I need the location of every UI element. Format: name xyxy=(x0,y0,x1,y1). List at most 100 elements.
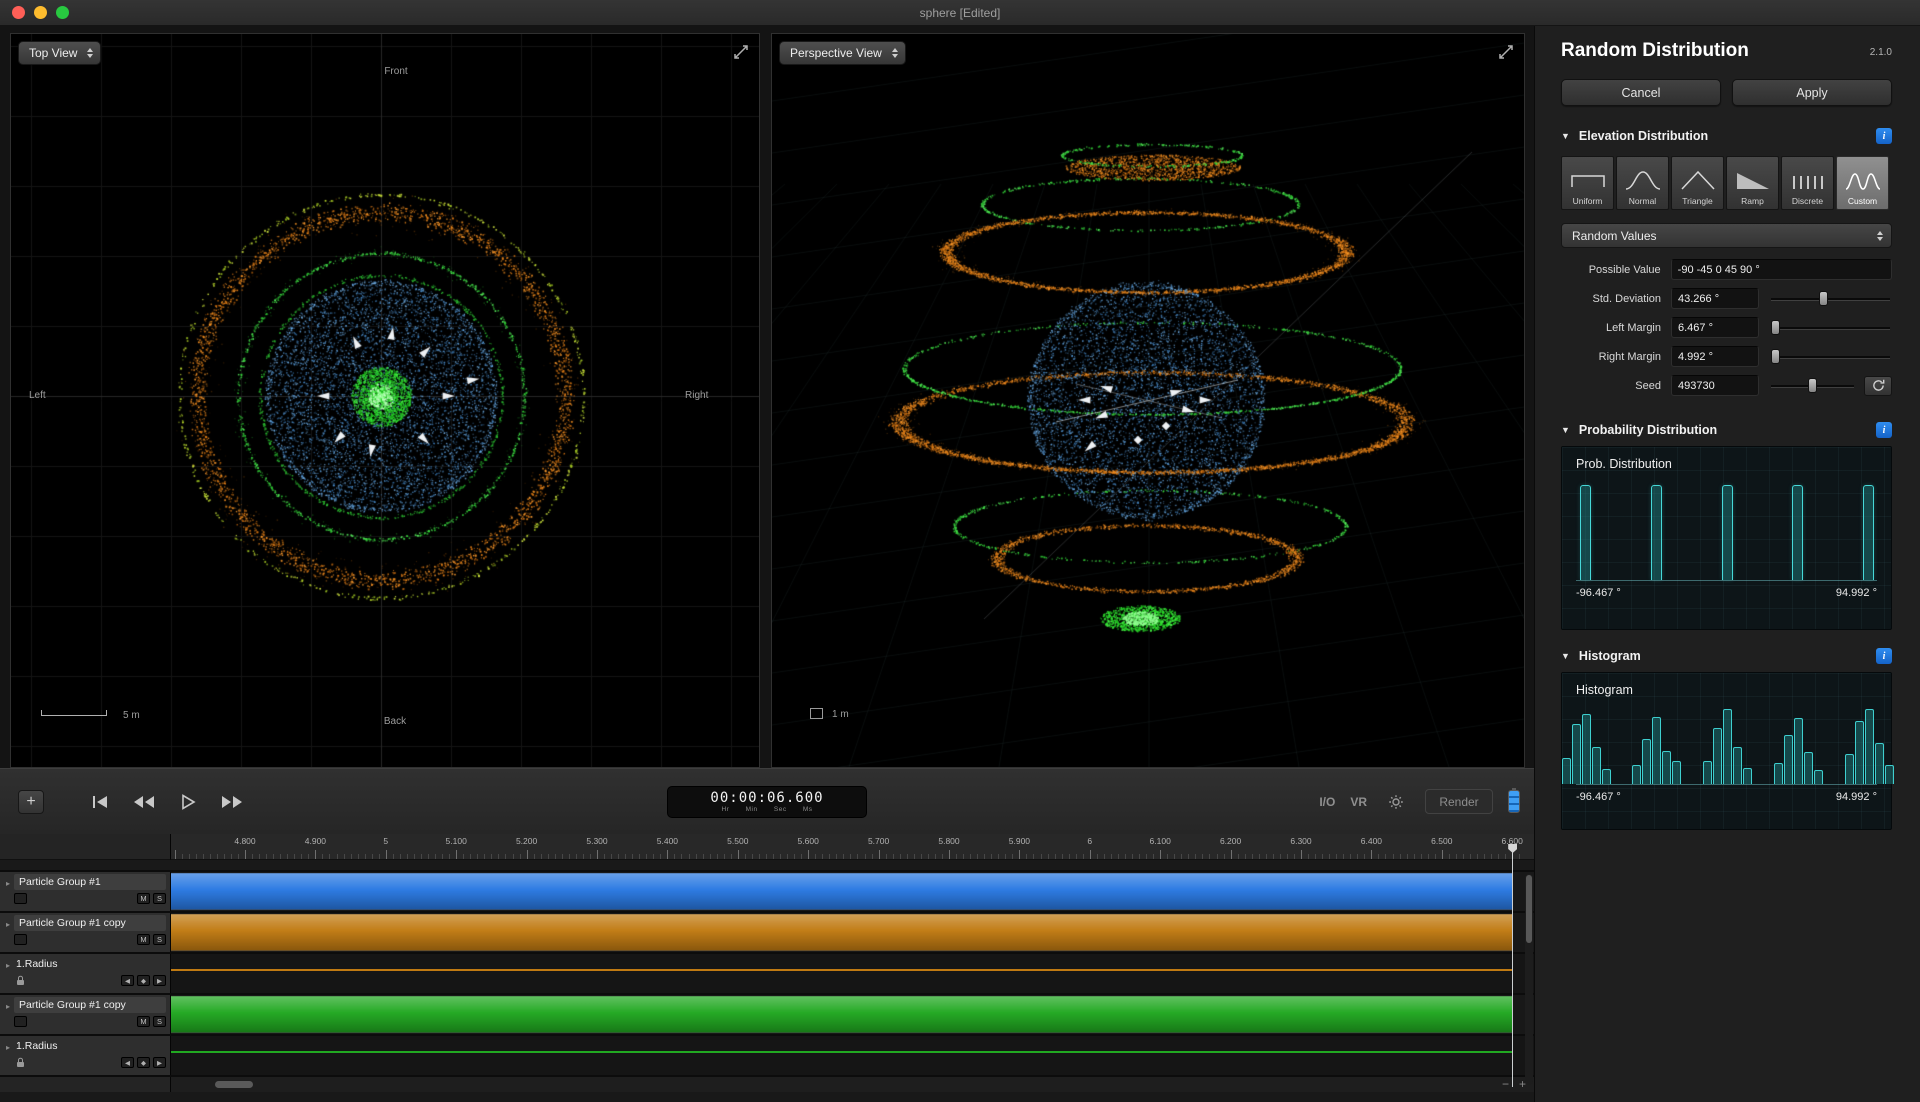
automation-track-header[interactable]: ▸ 1.Radius ◀ ◆ ▶ xyxy=(0,1036,171,1075)
type-triangle-button[interactable]: Triangle xyxy=(1671,156,1724,210)
top-view-canvas[interactable] xyxy=(11,34,759,767)
discrete-bars-icon xyxy=(1792,176,1823,189)
automation-curve[interactable] xyxy=(171,1050,1513,1053)
automation-lane[interactable] xyxy=(171,1036,1534,1075)
horizontal-scrollbar-track[interactable]: − + xyxy=(171,1077,1534,1092)
disclosure-icon[interactable]: ▸ xyxy=(2,956,14,991)
disclosure-icon[interactable]: ▸ xyxy=(2,874,14,909)
timecode-display[interactable]: 00:00:06.600 Hr Min Sec Ms xyxy=(667,785,867,818)
section-histogram[interactable]: ▼ Histogram i xyxy=(1561,648,1892,664)
vr-button[interactable]: VR xyxy=(1350,795,1367,809)
top-view-selector[interactable]: Top View xyxy=(18,41,102,65)
disclosure-triangle-icon[interactable]: ▼ xyxy=(1561,425,1570,435)
timeline-ruler[interactable]: 4.800 4.900 5 5.100 5.200 5.300 5.400 5.500 5.60… xyxy=(171,834,1534,860)
automation-toggle[interactable] xyxy=(14,934,27,945)
track-lane[interactable] xyxy=(171,995,1534,1034)
gear-icon[interactable] xyxy=(1382,790,1410,814)
disclosure-triangle-icon[interactable]: ▼ xyxy=(1561,131,1570,141)
perspective-view-selector[interactable]: Perspective View xyxy=(779,41,906,65)
automation-curve[interactable] xyxy=(171,968,1513,971)
lock-icon[interactable] xyxy=(14,975,26,987)
left-margin-input[interactable]: 6.467 ° xyxy=(1671,317,1759,338)
std-deviation-input[interactable]: 43.266 ° xyxy=(1671,288,1759,309)
ruler-tick xyxy=(406,854,408,859)
clip[interactable] xyxy=(171,996,1513,1033)
disclosure-icon[interactable]: ▸ xyxy=(2,915,14,950)
rewind-button[interactable] xyxy=(130,790,158,814)
perspective-view-canvas[interactable] xyxy=(772,34,1524,767)
slider-thumb[interactable] xyxy=(1807,377,1817,393)
mute-button[interactable]: M xyxy=(137,1016,150,1027)
type-discrete-button[interactable]: Discrete xyxy=(1781,156,1834,210)
expand-viewport-icon[interactable] xyxy=(730,41,752,63)
left-margin-slider[interactable] xyxy=(1769,318,1892,338)
disclosure-icon[interactable]: ▸ xyxy=(2,997,14,1032)
vertical-scrollbar[interactable] xyxy=(1525,874,1533,1085)
slider-thumb[interactable] xyxy=(1771,319,1781,335)
solo-button[interactable]: S xyxy=(153,1016,166,1027)
section-elevation-distribution[interactable]: ▼ Elevation Distribution i xyxy=(1561,128,1892,144)
slider-thumb[interactable] xyxy=(1819,290,1829,306)
mute-button[interactable]: M xyxy=(137,934,150,945)
vertical-scrollbar-thumb[interactable] xyxy=(1526,875,1532,943)
play-button[interactable] xyxy=(174,790,202,814)
horizontal-scrollbar[interactable] xyxy=(215,1081,253,1088)
mute-button[interactable]: M xyxy=(137,893,150,904)
minimize-window-button[interactable] xyxy=(34,6,47,19)
std-deviation-slider[interactable] xyxy=(1769,289,1892,309)
next-keyframe-button[interactable]: ▶ xyxy=(153,975,166,986)
disclosure-icon[interactable]: ▸ xyxy=(2,1038,14,1073)
close-window-button[interactable] xyxy=(12,6,25,19)
next-keyframe-button[interactable]: ▶ xyxy=(153,1057,166,1068)
track-header[interactable]: ▸ Particle Group #1 copy M S xyxy=(0,995,171,1034)
expand-viewport-icon[interactable] xyxy=(1495,41,1517,63)
zoom-window-button[interactable] xyxy=(56,6,69,19)
slider-thumb[interactable] xyxy=(1771,348,1781,364)
right-margin-slider[interactable] xyxy=(1769,347,1892,367)
info-icon[interactable]: i xyxy=(1876,422,1892,438)
playhead[interactable] xyxy=(1512,846,1514,1087)
track-header[interactable]: ▸ Particle Group #1 copy M S xyxy=(0,913,171,952)
perspective-viewport[interactable]: Perspective View 1 m xyxy=(771,33,1525,768)
info-icon[interactable]: i xyxy=(1876,128,1892,144)
track-lane[interactable] xyxy=(171,872,1534,911)
lock-icon[interactable] xyxy=(14,1057,26,1069)
solo-button[interactable]: S xyxy=(153,893,166,904)
solo-button[interactable]: S xyxy=(153,934,166,945)
clip[interactable] xyxy=(171,873,1513,910)
seed-slider[interactable] xyxy=(1769,376,1856,396)
prev-keyframe-button[interactable]: ◀ xyxy=(121,975,134,986)
render-button[interactable]: Render xyxy=(1425,789,1493,814)
right-margin-input[interactable]: 4.992 ° xyxy=(1671,346,1759,367)
automation-toggle[interactable] xyxy=(14,893,27,904)
automation-toggle[interactable] xyxy=(14,1016,27,1027)
add-keyframe-button[interactable]: ◆ xyxy=(137,975,150,986)
type-normal-button[interactable]: Normal xyxy=(1616,156,1669,210)
disclosure-triangle-icon[interactable]: ▼ xyxy=(1561,651,1570,661)
fast-forward-button[interactable] xyxy=(218,790,246,814)
cancel-button[interactable]: Cancel xyxy=(1561,79,1721,106)
type-uniform-button[interactable]: Uniform xyxy=(1561,156,1614,210)
prev-keyframe-button[interactable]: ◀ xyxy=(121,1057,134,1068)
automation-lane[interactable] xyxy=(171,954,1534,993)
apply-button[interactable]: Apply xyxy=(1732,79,1892,106)
possible-value-input[interactable]: -90 -45 0 45 90 ° xyxy=(1670,259,1892,280)
random-values-select[interactable]: Random Values xyxy=(1561,223,1892,248)
info-icon[interactable]: i xyxy=(1876,648,1892,664)
add-button[interactable]: + xyxy=(18,789,44,814)
type-custom-button[interactable]: Custom xyxy=(1836,156,1889,210)
refresh-seed-button[interactable] xyxy=(1864,375,1892,396)
section-probability-distribution[interactable]: ▼ Probability Distribution i xyxy=(1561,422,1892,438)
top-viewport[interactable]: Top View Front Left Right Back 5 m xyxy=(10,33,760,768)
seed-input[interactable]: 493730 xyxy=(1671,375,1759,396)
automation-track-header[interactable]: ▸ 1.Radius ◀ ◆ ▶ xyxy=(0,954,171,993)
zoom-out-button[interactable]: − xyxy=(1502,1077,1509,1092)
track-lane[interactable] xyxy=(171,913,1534,952)
add-keyframe-button[interactable]: ◆ xyxy=(137,1057,150,1068)
skip-to-start-button[interactable] xyxy=(86,790,114,814)
io-button[interactable]: I/O xyxy=(1319,795,1335,809)
clip[interactable] xyxy=(171,914,1513,951)
track-header[interactable]: ▸ Particle Group #1 M S xyxy=(0,872,171,911)
type-ramp-button[interactable]: Ramp xyxy=(1726,156,1779,210)
ruler-tick xyxy=(1371,850,1373,859)
